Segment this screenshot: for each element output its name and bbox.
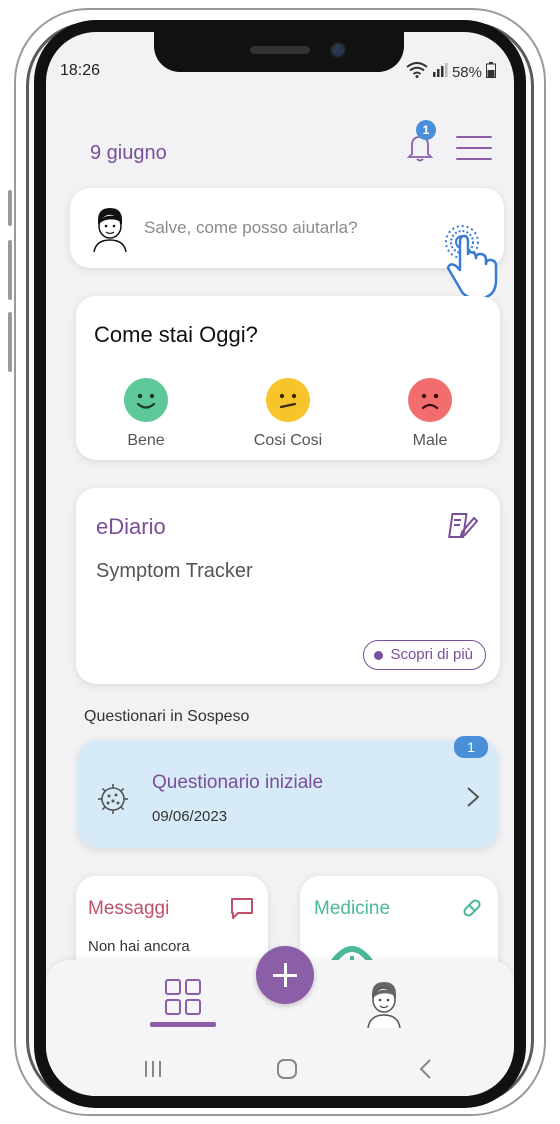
medicine-title: Medicine: [314, 898, 391, 919]
diary-edit-icon: [448, 510, 479, 540]
battery-icon: [486, 62, 496, 82]
chat-bubble-icon: [230, 896, 254, 920]
mood-label: Cosi Cosi: [253, 432, 323, 449]
discover-more-button[interactable]: Scopri di più: [363, 640, 486, 670]
dashboard-grid-icon[interactable]: [164, 978, 202, 1016]
assistant-avatar-icon: [90, 204, 130, 253]
current-date: 9 giugno: [90, 142, 167, 164]
sad-face-icon: [408, 378, 452, 422]
wifi-icon: [406, 62, 428, 82]
mood-option-cosi-cosi[interactable]: Cosi Cosi: [238, 378, 338, 450]
ediario-subtitle: Symptom Tracker: [96, 560, 253, 582]
system-navigation-bar: [46, 1042, 514, 1096]
virus-icon: [96, 782, 130, 816]
tap-hand-icon: [430, 218, 514, 308]
mood-label: Male: [412, 432, 448, 449]
questionnaire-item[interactable]: Questionario iniziale 09/06/2023: [78, 740, 498, 848]
ediario-title: eDiario: [96, 514, 166, 539]
add-button[interactable]: [256, 946, 314, 1004]
mood-title: Come stai Oggi?: [94, 322, 258, 347]
happy-face-icon: [124, 378, 168, 422]
signal-icon: [432, 63, 448, 81]
messages-title: Messaggi: [88, 898, 170, 919]
pill-icon: [460, 896, 484, 920]
questionnaire-title: Questionario iniziale: [152, 772, 324, 793]
questionnaire-count-badge: 1: [454, 736, 488, 758]
front-camera: [330, 42, 346, 58]
profile-avatar-icon[interactable]: [364, 978, 404, 1029]
status-time: 18:26: [60, 62, 101, 79]
pending-questionnaires-label: Questionari in Sospeso: [84, 708, 250, 725]
mood-option-male[interactable]: Male: [380, 378, 480, 450]
questionnaire-date: 09/06/2023: [152, 808, 228, 825]
assistant-prompt-text: Salve, come posso aiutarla?: [144, 218, 358, 237]
ediario-card[interactable]: eDiario Symptom Tracker Scopri di più: [76, 488, 500, 684]
mood-option-bene[interactable]: Bene: [96, 378, 196, 450]
back-icon[interactable]: [418, 1058, 432, 1085]
hamburger-menu-icon[interactable]: [456, 136, 492, 164]
mood-label: Bene: [127, 432, 165, 449]
recent-apps-icon[interactable]: [142, 1058, 164, 1085]
active-tab-indicator: [150, 1022, 216, 1027]
screen: 18:26 58% 9 giugno 1 Salve, come posso a…: [46, 32, 514, 1096]
neutral-face-icon: [266, 378, 310, 422]
mood-card: Come stai Oggi? Bene Cosi Cosi Male: [76, 296, 500, 460]
battery-text: 58%: [451, 63, 482, 81]
home-icon[interactable]: [276, 1058, 298, 1085]
messages-preview: Non hai ancora: [88, 938, 190, 955]
side-button: [8, 312, 12, 372]
notification-badge: 1: [416, 120, 436, 140]
speaker: [250, 46, 310, 54]
side-button: [8, 190, 12, 226]
status-icons: 58%: [406, 62, 496, 82]
notch: [154, 32, 404, 72]
chevron-right-icon: [466, 786, 480, 808]
side-button: [8, 240, 12, 300]
